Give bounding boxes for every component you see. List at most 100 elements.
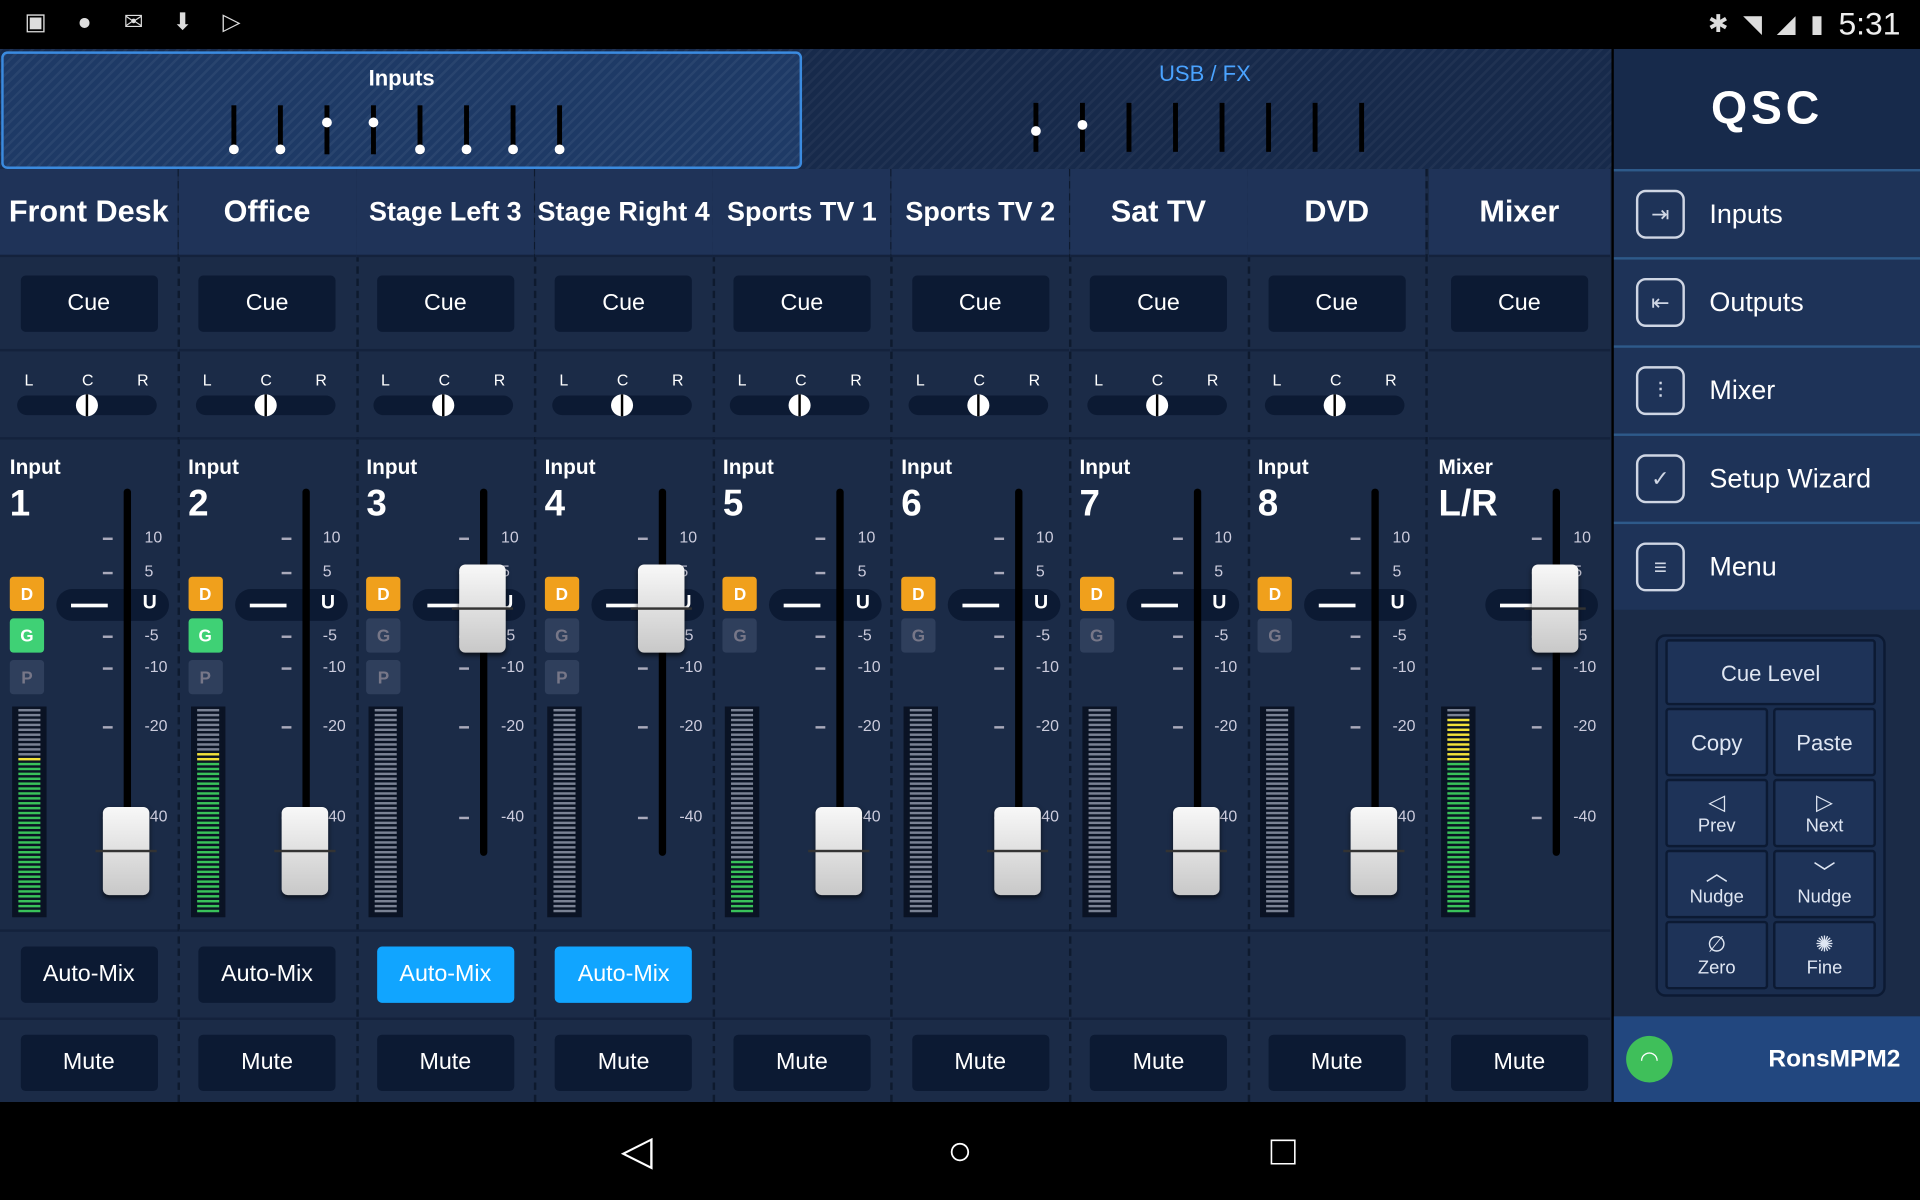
pan-slider[interactable] <box>730 394 870 417</box>
ducking-button[interactable]: D <box>722 576 758 612</box>
phantom-button[interactable]: P <box>544 660 579 695</box>
overview-input-fader[interactable] <box>554 105 565 155</box>
home-icon[interactable]: ○ <box>936 1127 985 1176</box>
fader-handle[interactable] <box>1343 806 1405 896</box>
fader-handle[interactable] <box>452 564 514 653</box>
phantom-button[interactable]: P <box>366 660 401 695</box>
pan-slider[interactable] <box>1265 394 1405 417</box>
channel-name[interactable]: Sat TV <box>1069 168 1248 258</box>
pan-slider[interactable] <box>551 394 692 417</box>
automix-button[interactable]: Auto-Mix <box>555 946 693 1003</box>
fader-handle[interactable] <box>1524 564 1586 653</box>
channel-name[interactable]: Office <box>178 168 356 258</box>
cue-button[interactable]: Cue <box>20 274 158 332</box>
ducking-button[interactable]: D <box>1257 576 1293 612</box>
gate-button[interactable]: G <box>1079 618 1114 653</box>
channel-name[interactable]: Stage Right 4 <box>534 168 713 258</box>
overview-usb-fx-fader[interactable] <box>1219 102 1225 152</box>
nav-item-outputs[interactable]: ⇤ Outputs <box>1613 257 1920 346</box>
mute-button[interactable]: Mute <box>733 1034 871 1092</box>
prev-button[interactable]: ◁ Prev <box>1665 778 1769 848</box>
overview-usb-fx-fader[interactable] <box>1031 102 1041 152</box>
back-icon[interactable]: ◁ <box>612 1127 661 1176</box>
phantom-button[interactable]: P <box>9 660 45 695</box>
pan-knob[interactable] <box>75 394 98 417</box>
automix-button[interactable]: Auto-Mix <box>20 946 158 1003</box>
channel-name[interactable]: Front Desk <box>0 168 178 258</box>
overview-usb-fx-fader[interactable] <box>1173 102 1178 152</box>
overview-usb-fx-label[interactable]: USB / FX <box>803 61 1606 87</box>
fader-track[interactable] <box>1552 488 1560 856</box>
automix-button[interactable]: Auto-Mix <box>376 946 514 1003</box>
mixer-mute-button[interactable]: Mute <box>1450 1034 1588 1092</box>
nav-item-setup-wizard[interactable]: ✓ Setup Wizard <box>1613 433 1920 522</box>
pan-knob[interactable] <box>254 394 277 417</box>
mute-button[interactable]: Mute <box>1268 1034 1406 1092</box>
pan-knob[interactable] <box>432 394 455 417</box>
pan-knob[interactable] <box>967 394 990 417</box>
ducking-button[interactable]: D <box>901 576 936 612</box>
fader-track[interactable] <box>301 488 310 856</box>
fader-handle[interactable] <box>273 806 336 896</box>
ducking-button[interactable]: D <box>1079 576 1114 612</box>
channel-name[interactable]: DVD <box>1247 168 1426 258</box>
nav-item-menu[interactable]: ≡ Menu <box>1613 521 1920 610</box>
fader-track[interactable] <box>480 488 488 856</box>
cue-level-button[interactable]: Cue Level <box>1665 639 1876 706</box>
mute-button[interactable]: Mute <box>911 1034 1049 1092</box>
fader-track[interactable] <box>658 488 666 856</box>
nudge-up-button[interactable]: ︿ Nudge <box>1665 849 1769 919</box>
mute-button[interactable]: Mute <box>376 1034 514 1092</box>
fader-handle[interactable] <box>630 564 692 653</box>
cue-button[interactable]: Cue <box>198 274 336 332</box>
overview-input-fader[interactable] <box>508 105 518 155</box>
overview-usb-fx-fader[interactable] <box>1359 102 1365 152</box>
channel-name[interactable]: Sports TV 1 <box>713 168 891 258</box>
ducking-button[interactable]: D <box>9 576 45 612</box>
mute-button[interactable]: Mute <box>20 1034 158 1092</box>
ducking-button[interactable]: D <box>188 576 223 612</box>
cue-button[interactable]: Cue <box>555 274 693 332</box>
fader-track[interactable] <box>1371 488 1380 856</box>
pan-knob[interactable] <box>1145 394 1168 417</box>
cue-button[interactable]: Cue <box>376 274 514 332</box>
overview-usb-fx-fader[interactable] <box>1077 102 1088 152</box>
overview-usb-fx-fader[interactable] <box>1126 102 1132 152</box>
pan-knob[interactable] <box>1323 394 1346 417</box>
pan-slider[interactable] <box>1086 394 1227 417</box>
nav-item-mixer[interactable]: ⫶ Mixer <box>1613 345 1920 434</box>
copy-button[interactable]: Copy <box>1665 707 1769 777</box>
pan-slider[interactable] <box>908 394 1049 417</box>
mute-button[interactable]: Mute <box>555 1034 693 1092</box>
fine-button[interactable]: ✺ Fine <box>1773 920 1876 990</box>
gate-button[interactable]: G <box>1257 618 1293 653</box>
zero-button[interactable]: ∅ Zero <box>1665 920 1769 990</box>
overview-usb-fx-fader[interactable] <box>1312 102 1318 152</box>
overview-input-fader[interactable] <box>228 105 239 155</box>
cue-button[interactable]: Cue <box>911 274 1049 332</box>
pan-knob[interactable] <box>789 394 812 417</box>
mixer-name[interactable]: Mixer <box>1428 168 1610 258</box>
overview-input-fader[interactable] <box>368 105 379 155</box>
automix-button[interactable]: Auto-Mix <box>198 946 336 1003</box>
fader-handle[interactable] <box>986 806 1049 896</box>
recents-icon[interactable]: □ <box>1259 1127 1308 1176</box>
channel-name[interactable]: Sports TV 2 <box>891 168 1069 258</box>
fader-track[interactable] <box>123 488 132 856</box>
overview-input-fader[interactable] <box>415 105 425 155</box>
fader-track[interactable] <box>836 488 845 856</box>
phantom-button[interactable]: P <box>188 660 223 695</box>
cue-button[interactable]: Cue <box>1268 274 1406 332</box>
pan-slider[interactable] <box>17 394 157 417</box>
overview-usb-fx-fader[interactable] <box>1266 102 1272 152</box>
device-status[interactable]: ◠ RonsMPM2 <box>1613 1016 1920 1103</box>
ducking-button[interactable]: D <box>544 576 579 612</box>
overview-inputs-bank[interactable]: Inputs <box>1 51 803 169</box>
mixer-cue-button[interactable]: Cue <box>1450 274 1588 332</box>
fader-handle[interactable] <box>808 806 870 896</box>
paste-button[interactable]: Paste <box>1773 707 1876 777</box>
cue-button[interactable]: Cue <box>1089 274 1228 332</box>
gate-button[interactable]: G <box>544 618 579 653</box>
pan-knob[interactable] <box>610 394 633 417</box>
next-button[interactable]: ▷ Next <box>1773 778 1876 848</box>
